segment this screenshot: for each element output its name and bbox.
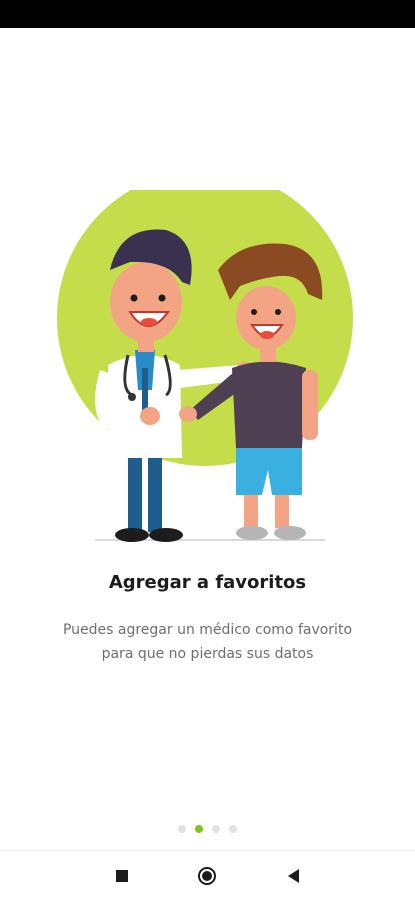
page-indicator (0, 825, 415, 835)
status-bar (0, 0, 415, 28)
page-dot-2-active[interactable] (195, 825, 203, 833)
onboarding-title: Agregar a favoritos (108, 572, 307, 593)
doctor-patient-illustration (40, 170, 370, 550)
back-triangle-icon (287, 869, 299, 883)
onboarding-subtitle: Puedes agregar un médico como favorito p… (30, 618, 385, 666)
home-circle-icon (198, 867, 216, 885)
subtitle-line-1: Puedes agregar un médico como favorito (62, 622, 353, 638)
system-navigation-bar (0, 850, 415, 900)
home-button[interactable] (196, 865, 218, 887)
recents-button[interactable] (111, 865, 133, 887)
page-dot-1[interactable] (178, 825, 186, 833)
back-button[interactable] (282, 865, 304, 887)
page-dot-4[interactable] (229, 825, 237, 833)
recents-square-icon (116, 870, 128, 882)
page-dot-3[interactable] (212, 825, 220, 833)
subtitle-line-2: para que no pierdas sus datos (101, 646, 314, 662)
